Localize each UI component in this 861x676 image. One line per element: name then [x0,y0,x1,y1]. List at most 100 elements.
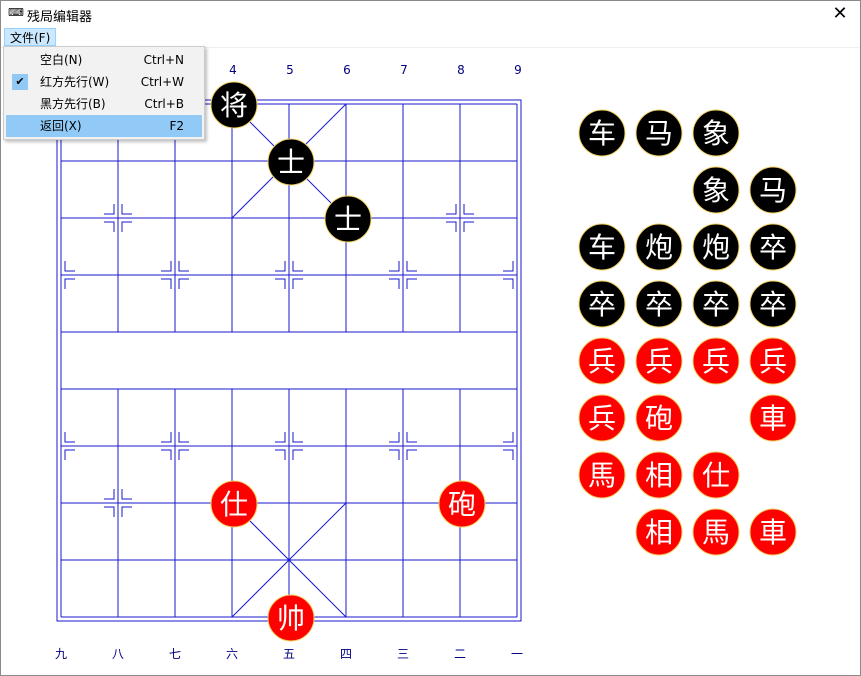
menu-item-label: 返回(X) [40,119,82,133]
position-marker [64,278,75,289]
position-marker [503,449,514,460]
position-marker [503,261,514,272]
palette-piece-label: 相 [645,459,673,492]
file-number-bottom: 八 [112,647,124,661]
palette-piece-label: 卒 [759,288,787,321]
position-marker [121,204,132,215]
palette-piece-label: 相 [645,516,673,549]
palette-piece-label: 馬 [588,459,616,492]
file-number-top: 5 [286,63,294,77]
palette-piece-label: 兵 [645,345,673,378]
position-marker [389,261,400,272]
palette-piece-label: 马 [759,174,787,207]
file-number-bottom: 二 [454,647,466,661]
file-number-top: 4 [229,63,237,77]
position-marker [406,449,417,460]
position-marker [292,432,303,443]
palette-piece-label: 炮 [702,231,730,264]
position-marker [275,278,286,289]
position-marker [406,432,417,443]
position-marker [446,221,457,232]
position-marker [292,261,303,272]
position-marker [389,449,400,460]
palette-piece-label: 卒 [702,288,730,321]
file-number-top: 7 [400,63,408,77]
palette-piece-label: 砲 [645,402,673,435]
menu-item-shortcut: Ctrl+N [143,53,184,67]
menu-item-shortcut: Ctrl+W [140,75,184,89]
position-marker [104,489,115,500]
board-piece-label: 帅 [277,602,305,635]
position-marker [104,221,115,232]
position-marker [275,261,286,272]
position-marker [406,261,417,272]
position-marker [121,506,132,517]
position-marker [446,204,457,215]
position-marker [161,449,172,460]
position-marker [503,278,514,289]
board-piece-label: 砲 [448,488,476,521]
palette-piece-label: 兵 [759,345,787,378]
file-number-bottom: 九 [55,647,67,661]
file-menu-dropdown: 空白(N) Ctrl+N ✔ 红方先行(W) Ctrl+W 黑方先行(B) Ctrl+B 返回… [3,46,205,140]
file-number-bottom: 五 [283,647,295,661]
position-marker [121,489,132,500]
menu-item-3[interactable]: 返回(X) F2 [6,115,202,137]
palette-piece-label: 兵 [588,345,616,378]
position-marker [463,204,474,215]
board-piece-label: 将 [220,89,248,122]
board-piece-label: 士 [334,203,362,236]
position-marker [178,432,189,443]
menu-item-1[interactable]: ✔ 红方先行(W) Ctrl+W [6,71,202,93]
board-piece-label: 士 [277,146,305,179]
palette-piece-label: 馬 [702,516,730,549]
position-marker [178,261,189,272]
file-number-bottom: 四 [340,647,352,661]
position-marker [275,432,286,443]
file-number-bottom: 六 [226,647,238,661]
menu-item-label: 黑方先行(B) [40,97,106,111]
position-marker [503,432,514,443]
position-marker [104,204,115,215]
position-marker [406,278,417,289]
palette-piece-label: 兵 [702,345,730,378]
position-marker [292,449,303,460]
file-number-bottom: 七 [169,647,181,661]
menu-item-0[interactable]: 空白(N) Ctrl+N [6,49,202,71]
position-marker [161,261,172,272]
file-number-top: 8 [457,63,465,77]
position-marker [104,506,115,517]
position-marker [178,278,189,289]
menu-item-label: 红方先行(W) [40,75,110,89]
position-marker [275,449,286,460]
palette-piece-label: 車 [759,516,787,549]
editor-window: ⌨ 残局编辑器 ✕ 文件(F) 123456789九八七六五四三二一将士士仕砲帅… [0,0,861,676]
palette-piece-label: 卒 [588,288,616,321]
menu-item-2[interactable]: 黑方先行(B) Ctrl+B [6,93,202,115]
menu-item-shortcut: F2 [169,119,184,133]
menu-item-label: 空白(N) [40,53,83,67]
board-piece-label: 仕 [220,488,248,521]
position-marker [161,278,172,289]
position-marker [121,221,132,232]
position-marker [292,278,303,289]
position-marker [463,221,474,232]
palette-piece-label: 象 [702,174,730,207]
palette-piece-label: 车 [588,231,616,264]
menu-item-shortcut: Ctrl+B [144,97,184,111]
palette-piece-label: 车 [588,117,616,150]
position-marker [389,432,400,443]
palette-piece-label: 马 [645,117,673,150]
palette-piece-label: 卒 [759,231,787,264]
position-marker [64,449,75,460]
file-number-bottom: 三 [397,647,409,661]
file-number-top: 6 [343,63,351,77]
position-marker [161,432,172,443]
palette-piece-label: 炮 [645,231,673,264]
file-number-top: 9 [514,63,522,77]
checkmark-icon: ✔ [12,74,28,90]
file-number-bottom: 一 [511,647,523,661]
palette-piece-label: 仕 [702,459,730,492]
position-marker [64,261,75,272]
palette-piece-label: 象 [702,117,730,150]
